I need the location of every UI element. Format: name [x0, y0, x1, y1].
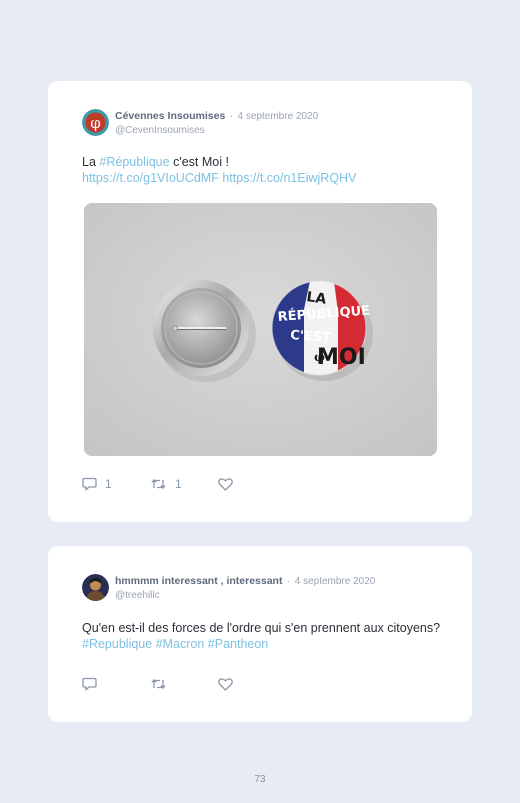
reply-icon — [82, 677, 97, 691]
url-link[interactable]: https://t.co/n1EiwjRQHV — [222, 171, 356, 185]
author-handle[interactable]: @CevenInsoumises — [115, 124, 318, 137]
text-segment: c'est Moi ! — [169, 155, 229, 169]
tweet-card: hmmmm interessant , interessant · 4 sept… — [48, 546, 472, 722]
avatar[interactable]: φ — [82, 109, 109, 136]
retweet-button[interactable] — [150, 677, 218, 691]
like-icon — [218, 477, 233, 491]
reply-icon — [82, 477, 97, 491]
tweet-actions: 1 1 — [82, 477, 233, 491]
badge-text: C'EST — [290, 328, 332, 346]
tweet-actions — [82, 677, 233, 691]
tweet-date[interactable]: 4 septembre 2020 — [295, 576, 376, 587]
reply-count: 1 — [105, 477, 112, 491]
hashtag-links[interactable]: #Republique #Macron #Pantheon — [82, 637, 268, 651]
page-number: 73 — [254, 774, 266, 785]
badge-text: LA — [305, 289, 327, 308]
author-name[interactable]: Cévennes Insoumises — [115, 110, 225, 122]
avatar[interactable] — [82, 574, 109, 601]
badge-symbol: φ — [314, 350, 325, 364]
hashtag-link[interactable]: #République — [99, 155, 169, 169]
tweet-header: φ Cévennes Insoumises · 4 septembre 2020… — [82, 108, 318, 137]
reply-button[interactable] — [82, 677, 150, 691]
author-handle[interactable]: @treehillc — [115, 589, 375, 602]
text-segment: Qu'en est-il des forces de l'ordre qui s… — [82, 621, 441, 635]
tweet-text: La #République c'est Moi ! https://t.co/… — [82, 154, 442, 186]
tweet-text: Qu'en est-il des forces de l'ordre qui s… — [82, 620, 442, 652]
retweet-icon — [151, 679, 166, 689]
author-name[interactable]: hmmmm interessant , interessant — [115, 575, 282, 587]
url-link[interactable]: https://t.co/g1VIoUCdMF — [82, 171, 219, 185]
retweet-icon — [151, 479, 166, 489]
separator: · — [286, 576, 291, 587]
tweet-media-image[interactable]: LA RÉPUBLIQUE C'EST MOI φ — [84, 203, 437, 456]
reply-button[interactable]: 1 — [82, 477, 150, 491]
svg-text:φ: φ — [90, 114, 101, 132]
like-icon — [218, 677, 233, 691]
retweet-button[interactable]: 1 — [150, 477, 218, 491]
like-button[interactable] — [218, 677, 233, 691]
text-segment: La — [82, 155, 100, 169]
tweet-header: hmmmm interessant , interessant · 4 sept… — [82, 573, 375, 602]
separator: · — [229, 111, 234, 122]
tweet-card: φ Cévennes Insoumises · 4 septembre 2020… — [48, 81, 472, 522]
like-button[interactable] — [218, 477, 233, 491]
tweet-date[interactable]: 4 septembre 2020 — [238, 111, 319, 122]
retweet-count: 1 — [175, 477, 182, 491]
